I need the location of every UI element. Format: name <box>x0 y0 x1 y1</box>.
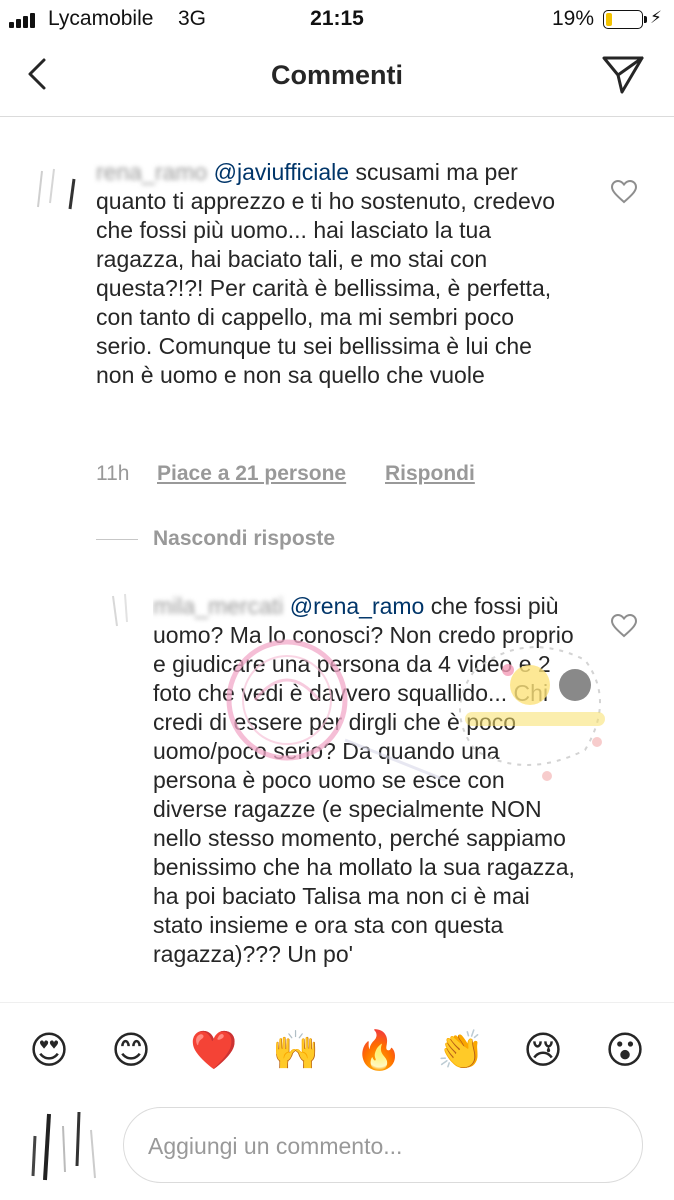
charging-icon: ⚡ <box>650 8 662 27</box>
emoji-clapping[interactable]: 👏 <box>436 1025 486 1075</box>
comment-content: scusami ma per quanto ti apprezzo e ti h… <box>96 159 556 388</box>
reply-mention[interactable]: @rena_ramo <box>290 593 425 619</box>
page-title: Commenti <box>270 60 403 90</box>
nav-bar: Commenti <box>0 38 674 117</box>
emoji-bar: 😍 😊 ❤️ 🙌 🔥 👏 😢 😮 <box>0 1002 674 1099</box>
reply-username[interactable]: mila_mercati <box>153 593 283 619</box>
reply-content: che fossi più uomo? Ma lo conosci? Non c… <box>153 593 575 967</box>
battery-icon <box>603 10 647 29</box>
emoji-fire[interactable]: 🔥 <box>354 1025 404 1075</box>
emoji-surprised[interactable]: 😮 <box>600 1025 650 1075</box>
comment-meta: 11h <box>96 462 129 486</box>
reply-text: mila_mercati @rena_ramo che fossi più uo… <box>153 592 583 1004</box>
status-bar: Lycamobile 3G 21:15 19% ⚡ <box>0 0 674 38</box>
comment-likes-wrap: Piace a 21 persone <box>157 462 346 486</box>
comment-text: rena_ramo @javiufficiale scusami ma per … <box>96 158 571 390</box>
battery-percent: 19% <box>552 7 595 30</box>
reply-avatar[interactable] <box>105 592 145 632</box>
emoji-red-heart[interactable]: ❤️ <box>189 1025 239 1075</box>
comment-reply-wrap: Rispondi <box>385 462 475 486</box>
comment-time: 11h <box>96 462 130 485</box>
reply-button[interactable]: Rispondi <box>385 462 475 485</box>
user-avatar <box>31 1111 96 1181</box>
reply-heart-icon[interactable] <box>611 614 637 638</box>
avatar[interactable] <box>28 165 88 215</box>
divider-line <box>96 539 138 540</box>
hide-replies-label: Nascondi risposte <box>153 527 336 550</box>
emoji-raised-hands[interactable]: 🙌 <box>271 1025 321 1075</box>
comment-mention[interactable]: @javiufficiale <box>214 159 349 185</box>
comment-likes-link[interactable]: Piace a 21 persone <box>157 462 346 485</box>
emoji-smile[interactable]: 😊 <box>106 1025 156 1075</box>
emoji-heart-eyes[interactable]: 😍 <box>24 1025 74 1075</box>
emoji-crying[interactable]: 😢 <box>518 1025 568 1075</box>
comment-username[interactable]: rena_ramo <box>96 159 207 185</box>
comment-input-container[interactable] <box>123 1107 643 1184</box>
comment-input[interactable] <box>146 1108 620 1184</box>
heart-icon[interactable] <box>611 180 637 204</box>
paper-plane-icon[interactable] <box>600 54 646 96</box>
